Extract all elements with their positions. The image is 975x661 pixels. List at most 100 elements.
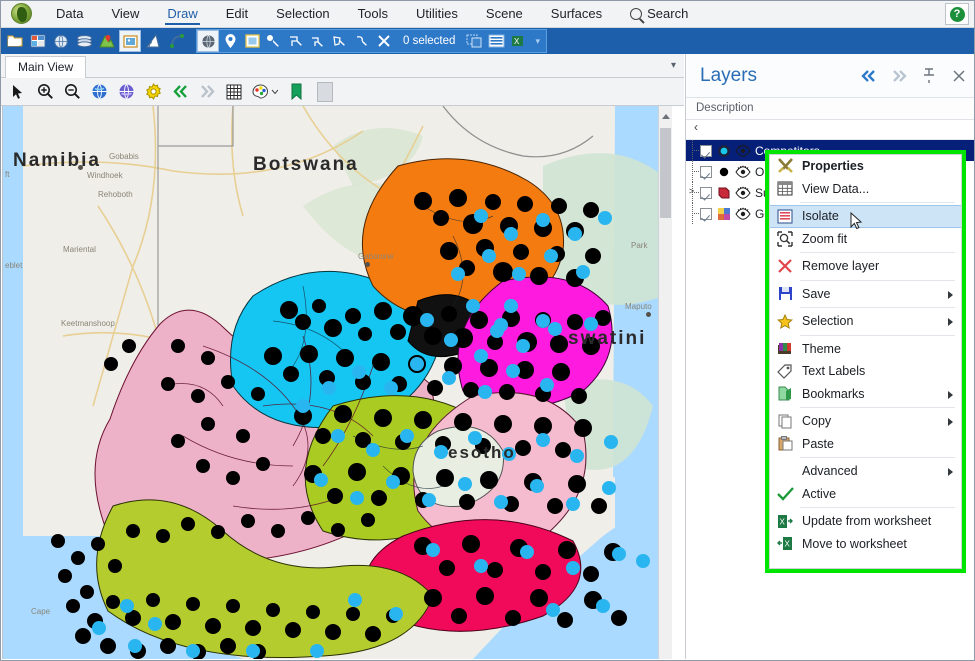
layer-checkbox[interactable] [700, 144, 712, 157]
visibility-eye-icon[interactable] [735, 144, 751, 158]
context-menu-item-bookmarks[interactable]: Bookmarks [770, 383, 961, 406]
collapse-left-button[interactable] [854, 61, 884, 91]
collapse-all-row[interactable]: ‹ [686, 120, 974, 140]
context-menu-item-active[interactable]: Active [770, 483, 961, 506]
copy-selection-icon[interactable] [463, 30, 485, 52]
description-column-header: Description [686, 98, 974, 120]
menu-item-draw[interactable]: Draw [153, 2, 211, 25]
visibility-eye-icon[interactable] [735, 165, 751, 179]
globe-blue-icon[interactable] [87, 80, 111, 104]
search-box[interactable]: Search [616, 6, 688, 21]
city-marker [646, 312, 651, 317]
select-point-icon[interactable] [263, 30, 285, 52]
menu-item-utilities[interactable]: Utilities [402, 2, 472, 25]
measure-angle-icon[interactable] [142, 30, 164, 52]
menu-item-selection[interactable]: Selection [262, 2, 343, 25]
expand-right-button[interactable] [884, 61, 914, 91]
color-palette-icon[interactable] [249, 80, 281, 104]
list-view-icon[interactable] [485, 30, 507, 52]
context-menu-item-move-to-worksheet[interactable]: X Move to worksheet [770, 533, 961, 556]
submenu-arrow-icon [948, 418, 953, 426]
context-menu-item-isolate[interactable]: Isolate [770, 205, 961, 228]
place-pin-icon[interactable] [219, 30, 241, 52]
chevron-left-icon[interactable]: ‹ [694, 120, 698, 134]
map-pin-icon[interactable] [96, 30, 118, 52]
export-excel-icon[interactable]: X [507, 30, 529, 52]
tree-connector [686, 140, 700, 161]
context-menu-item-save[interactable]: Save [770, 283, 961, 306]
layer-checkbox[interactable] [700, 207, 712, 220]
app-logo[interactable] [0, 1, 42, 27]
draw-rectangle-icon[interactable] [241, 30, 263, 52]
context-menu-separator [800, 407, 955, 408]
context-menu-item-update-from-worksheet[interactable]: X Update from worksheet [770, 510, 961, 533]
zoom-in-icon[interactable] [33, 80, 57, 104]
toolbar-overflow-caret[interactable]: ▾ [529, 36, 546, 47]
menu-item-view[interactable]: View [97, 2, 153, 25]
context-menu-item-text-labels[interactable]: Text Labels [770, 360, 961, 383]
context-menu-item-copy[interactable]: Copy [770, 410, 961, 433]
table-grid-icon [772, 179, 798, 199]
pin-button[interactable] [914, 61, 944, 91]
layer-name-label: Su [755, 185, 770, 200]
scroll-up-arrow-icon[interactable] [662, 114, 670, 119]
globe-data-icon[interactable] [50, 30, 72, 52]
clear-selection-icon[interactable] [373, 30, 395, 52]
select-polygon-icon[interactable] [329, 30, 351, 52]
close-panel-button[interactable] [944, 61, 974, 91]
submenu-arrow-icon [948, 318, 953, 326]
search-label: Search [647, 6, 689, 21]
globe-draw-icon[interactable] [197, 30, 219, 52]
grid-icon[interactable] [222, 80, 246, 104]
context-menu-item-theme[interactable]: Theme [770, 338, 961, 361]
bookmark-flag-icon[interactable] [284, 80, 308, 104]
context-menu-item-remove-layer[interactable]: Remove layer [770, 255, 961, 278]
map-view[interactable]: Namibia Botswana swatini esotho Gobabis Wind… [2, 106, 672, 659]
menu-item-edit[interactable]: Edit [212, 2, 262, 25]
context-menu-item-zoom-fit[interactable]: Zoom fit [770, 228, 961, 251]
help-button[interactable]: ? [945, 3, 969, 25]
context-menu-item-selection[interactable]: Selection [770, 310, 961, 333]
image-frame-icon[interactable] [119, 30, 141, 52]
context-menu-item-advanced[interactable]: Advanced [770, 460, 961, 483]
help-icon: ? [949, 6, 965, 22]
visibility-eye-icon[interactable] [735, 186, 751, 200]
layers-icon[interactable] [73, 30, 95, 52]
scrollbar-thumb[interactable] [660, 128, 671, 218]
open-folder-icon[interactable] [4, 30, 26, 52]
expand-toggle-icon[interactable]: > [687, 187, 696, 196]
table-data-icon[interactable] [27, 30, 49, 52]
context-menu-separator [800, 457, 955, 458]
globe-purple-icon[interactable] [114, 80, 138, 104]
rewind-double-left-icon[interactable] [168, 80, 192, 104]
tab-overflow-caret-icon[interactable]: ▾ [671, 60, 676, 71]
view-toolbar-overflow[interactable] [317, 81, 333, 102]
red-polygon-symbol-icon [716, 185, 731, 200]
context-menu-separator [800, 279, 955, 281]
layer-checkbox[interactable] [700, 186, 712, 199]
path-curve-icon[interactable] [165, 30, 187, 52]
advanced-icon [772, 461, 798, 481]
context-menu-item-properties[interactable]: Properties [770, 155, 961, 178]
context-menu-item-view-data[interactable]: View Data... [770, 178, 961, 201]
zoom-out-icon[interactable] [60, 80, 84, 104]
visibility-eye-icon[interactable] [735, 207, 751, 221]
settings-gear-icon[interactable] [141, 80, 165, 104]
context-menu-item-label: Bookmarks [802, 386, 865, 401]
forward-double-right-icon[interactable] [195, 80, 219, 104]
pointer-arrow-icon[interactable] [6, 80, 30, 104]
layer-checkbox[interactable] [700, 165, 712, 178]
cyan-circle-symbol-icon [716, 143, 731, 158]
menu-item-scene[interactable]: Scene [472, 2, 537, 25]
context-menu-separator [800, 334, 955, 336]
context-menu-item-paste[interactable]: Paste [770, 433, 961, 456]
select-line-icon[interactable] [285, 30, 307, 52]
menu-item-surfaces[interactable]: Surfaces [537, 2, 616, 25]
select-lasso-icon[interactable] [351, 30, 373, 52]
map-vertical-scrollbar[interactable] [658, 106, 672, 659]
menu-item-tools[interactable]: Tools [344, 2, 402, 25]
map-canvas[interactable]: Namibia Botswana swatini esotho Gobabis Wind… [3, 106, 672, 659]
tab-main-view[interactable]: Main View [5, 56, 87, 78]
select-polyline-icon[interactable] [307, 30, 329, 52]
menu-item-data[interactable]: Data [42, 2, 97, 25]
